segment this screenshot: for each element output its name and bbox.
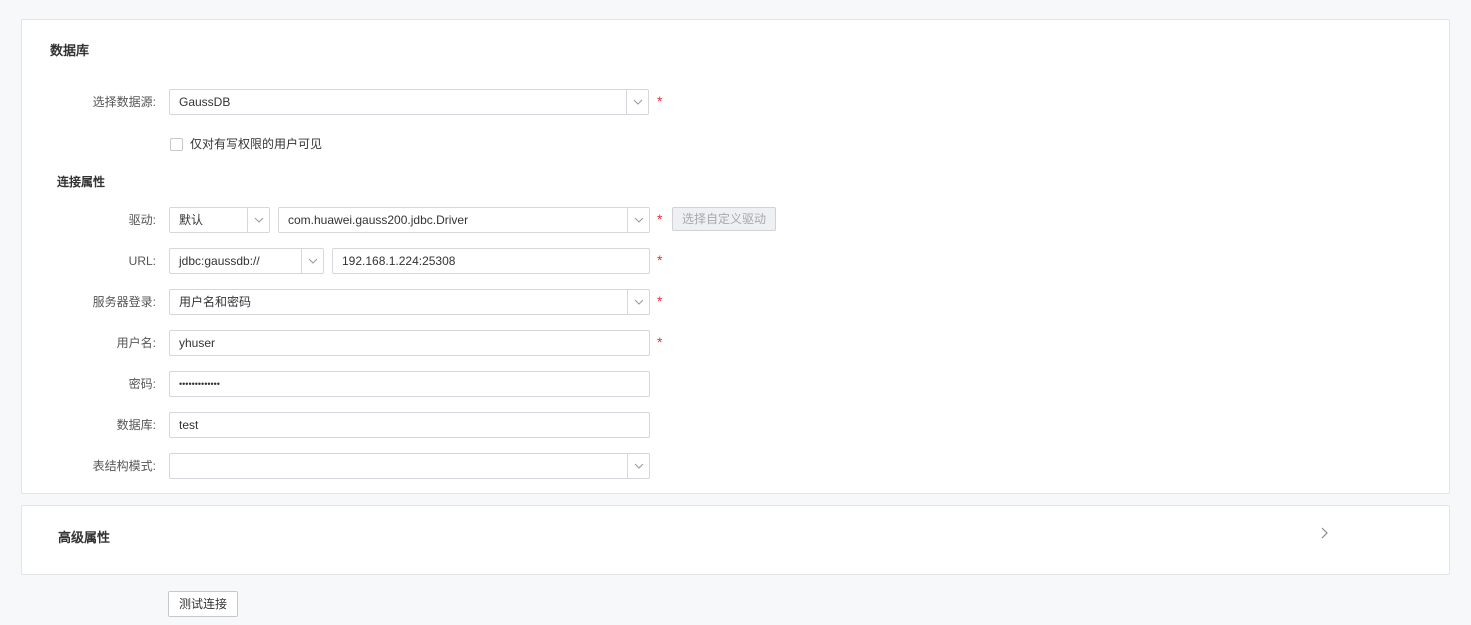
password-label: 密码: xyxy=(128,377,156,391)
password-input[interactable]: ••••••••••••• xyxy=(169,371,650,397)
database-input[interactable]: test xyxy=(169,412,650,438)
required-mark: * xyxy=(657,293,663,309)
required-mark: * xyxy=(657,252,663,268)
chevron-down-icon[interactable] xyxy=(301,249,323,273)
advanced-section-title: 高级属性 xyxy=(58,530,111,545)
server-login-label: 服务器登录: xyxy=(92,295,156,309)
chevron-down-icon[interactable] xyxy=(627,208,649,232)
password-value: ••••••••••••• xyxy=(179,379,220,389)
username-label: 用户名: xyxy=(116,336,156,350)
url-prefix-select[interactable]: jdbc:gaussdb:// xyxy=(169,248,324,274)
username-value: yhuser xyxy=(179,336,216,350)
url-label: URL: xyxy=(128,254,156,268)
required-mark: * xyxy=(657,93,663,109)
chevron-down-icon[interactable] xyxy=(627,290,649,314)
database-panel: 数据库 选择数据源: GaussDB * 仅对有写权限的用户可见 连接属性 驱动… xyxy=(21,19,1450,494)
database-label: 数据库: xyxy=(116,418,156,432)
visibility-checkbox[interactable] xyxy=(170,138,183,151)
server-login-select[interactable]: 用户名和密码 xyxy=(169,289,650,315)
advanced-panel[interactable]: 高级属性 xyxy=(21,505,1450,575)
required-mark: * xyxy=(657,334,663,350)
driver-class-select[interactable]: com.huawei.gauss200.jdbc.Driver xyxy=(278,207,650,233)
chevron-down-icon[interactable] xyxy=(247,208,269,232)
database-value: test xyxy=(179,418,199,432)
server-login-value: 用户名和密码 xyxy=(179,295,252,309)
required-mark: * xyxy=(657,211,663,227)
url-host-value: 192.168.1.224:25308 xyxy=(342,254,456,268)
driver-type-select[interactable]: 默认 xyxy=(169,207,270,233)
datasource-value: GaussDB xyxy=(179,95,231,109)
datasource-label: 选择数据源: xyxy=(92,95,156,109)
database-section-title: 数据库 xyxy=(50,43,90,58)
connection-section-title: 连接属性 xyxy=(57,175,106,189)
visibility-checkbox-label: 仅对有写权限的用户可见 xyxy=(190,137,323,151)
schema-label: 表结构模式: xyxy=(92,459,156,473)
chevron-down-icon[interactable] xyxy=(627,454,649,478)
chevron-right-icon[interactable] xyxy=(1321,527,1329,542)
url-prefix-value: jdbc:gaussdb:// xyxy=(179,254,260,268)
username-input[interactable]: yhuser xyxy=(169,330,650,356)
driver-label: 驱动: xyxy=(128,213,156,227)
driver-type-value: 默认 xyxy=(179,213,204,227)
url-host-input[interactable]: 192.168.1.224:25308 xyxy=(332,248,650,274)
custom-driver-button[interactable]: 选择自定义驱动 xyxy=(672,207,777,231)
driver-class-value: com.huawei.gauss200.jdbc.Driver xyxy=(288,213,469,227)
chevron-down-icon[interactable] xyxy=(626,90,648,114)
test-connection-button[interactable]: 测试连接 xyxy=(168,591,239,617)
schema-select[interactable] xyxy=(169,453,650,479)
datasource-select[interactable]: GaussDB xyxy=(169,89,649,115)
